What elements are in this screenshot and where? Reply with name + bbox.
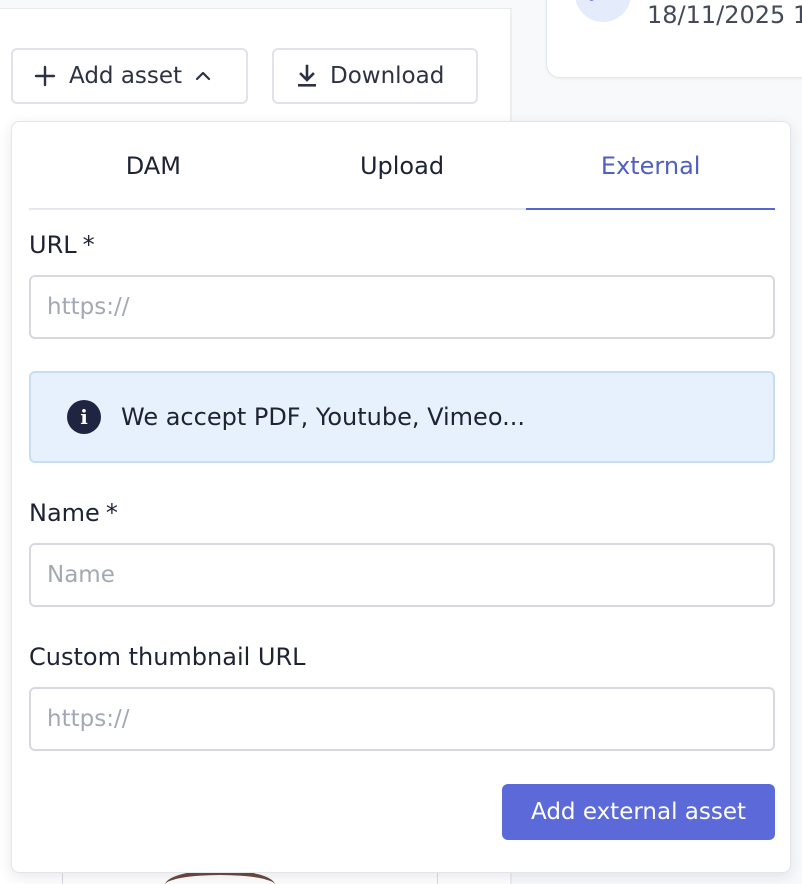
download-button[interactable]: Download [272,48,478,104]
thumbnail-label: Custom thumbnail URL [29,643,306,671]
avatar: JB [575,0,631,22]
avatar-initials: JB [591,0,607,2]
download-label: Download [330,63,445,89]
tab-external[interactable]: External [526,122,775,210]
name-input[interactable] [29,543,775,607]
chevron-up-icon [194,67,212,85]
thumbnail-url-input[interactable] [29,687,775,751]
info-icon: i [67,400,101,434]
plus-icon [33,64,57,88]
add-asset-button[interactable]: Add asset [11,48,248,104]
activity-date: 18/11/2025 14 [647,1,802,29]
add-asset-popover: DAM Upload External URL* i We accept PDF… [11,121,791,873]
tab-upload[interactable]: Upload [278,122,527,208]
required-marker: * [105,499,118,527]
asset-source-tabs: DAM Upload External [29,122,775,210]
url-label-text: URL [29,231,77,259]
info-banner: i We accept PDF, Youtube, Vimeo... [29,371,775,463]
required-marker: * [82,231,95,259]
add-asset-label: Add asset [69,63,183,89]
tab-dam[interactable]: DAM [29,122,278,208]
info-text: We accept PDF, Youtube, Vimeo... [121,403,525,431]
add-external-asset-button[interactable]: Add external asset [502,784,775,840]
name-label-text: Name [29,499,100,527]
download-icon [296,64,318,88]
name-label: Name * [29,499,118,527]
url-label: URL * [29,231,95,259]
activity-card: JB 18/11/2025 14 [546,0,802,78]
url-input[interactable] [29,275,775,339]
asset-page: JB 18/11/2025 14 Add asset Download DAM … [0,0,802,884]
